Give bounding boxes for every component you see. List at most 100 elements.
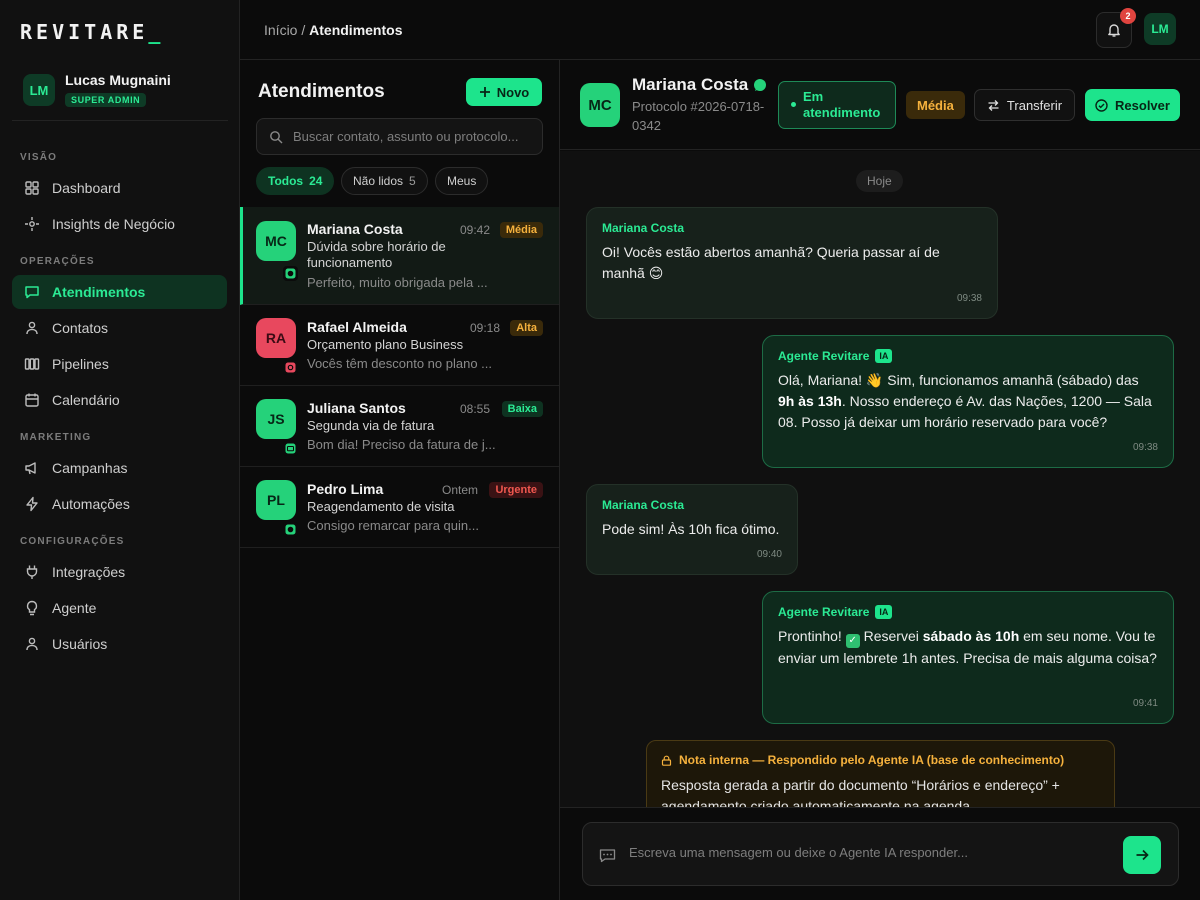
- resolve-label: Resolver: [1115, 97, 1170, 113]
- send-button[interactable]: [1123, 836, 1161, 874]
- message-outgoing: Agente Revitare IA Prontinho! ✓ Reservei …: [762, 591, 1174, 724]
- avatar: MC: [256, 221, 296, 261]
- message-text-part: Prontinho!: [778, 628, 846, 644]
- instagram-icon: [285, 362, 296, 373]
- priority-badge: Média: [499, 222, 543, 238]
- message-text-part: Reservei: [859, 628, 923, 644]
- target-icon: [25, 217, 39, 231]
- conversation-preview: Bom dia! Preciso da fatura de j...: [307, 437, 496, 452]
- message-author: Agente Revitare IA: [778, 349, 1158, 363]
- arrow-right-icon: [1136, 849, 1149, 861]
- conversation-time: 09:42: [460, 223, 491, 237]
- logo-text: REVITARE: [20, 20, 149, 44]
- whatsapp-icon: [285, 268, 296, 279]
- priority-badge[interactable]: Média: [906, 91, 965, 119]
- breadcrumb-separator: /: [297, 22, 310, 38]
- sidebar-item-label: Contatos: [52, 320, 109, 336]
- lock-icon: [661, 755, 672, 766]
- day-divider: Hoje: [856, 170, 903, 192]
- message-thread[interactable]: Hoje Mariana Costa Oi! Vocês estão abert…: [560, 151, 1200, 807]
- breadcrumb-root[interactable]: Início: [264, 22, 297, 38]
- contact-name: Mariana Costa: [307, 221, 403, 237]
- sidebar-item-label: Insights de Negócio: [52, 216, 175, 232]
- message-author: Mariana Costa: [602, 221, 982, 235]
- user-role-badge: SUPER ADMIN: [65, 93, 147, 107]
- sidebar-item-dashboard[interactable]: Dashboard: [12, 171, 227, 205]
- conversation-preview: Consigo remarcar para quin...: [307, 518, 479, 533]
- channel-badge: [283, 360, 298, 375]
- sidebar-item-label: Integrações: [52, 564, 126, 580]
- search-icon: [270, 130, 283, 143]
- user-icon: [26, 321, 38, 335]
- status-badge[interactable]: Em atendimento: [778, 81, 896, 129]
- sidebar-item-campanhas[interactable]: Campanhas: [12, 451, 227, 485]
- user-name: Lucas Mugnaini: [65, 72, 171, 88]
- conversation-preview: Perfeito, muito obrigada pela ...: [307, 275, 488, 290]
- swap-icon: [988, 99, 999, 111]
- whatsapp-icon: [285, 524, 296, 535]
- message-incoming: Mariana Costa Oi! Vocês estão abertos am…: [586, 207, 998, 319]
- list-title: Atendimentos: [258, 81, 385, 102]
- sidebar-item-usuarios[interactable]: Usuários: [12, 627, 227, 661]
- nav-section-configuracoes: CONFIGURAÇÕES: [20, 536, 125, 547]
- contact-name: Mariana Costa: [632, 75, 749, 94]
- search-input[interactable]: [293, 129, 538, 144]
- plug-icon: [26, 565, 38, 579]
- filter-todos[interactable]: Todos 24: [256, 167, 335, 195]
- breadcrumb-current: Atendimentos: [309, 22, 403, 38]
- sidebar-item-label: Usuários: [52, 636, 108, 652]
- sidebar-item-atendimentos[interactable]: Atendimentos: [12, 275, 227, 309]
- message-incoming: Mariana Costa Pode sim! Às 10h fica ótim…: [586, 484, 798, 575]
- check-emoji-icon: ✓: [845, 634, 860, 648]
- app-logo[interactable]: REVITARE_: [20, 20, 164, 44]
- avatar: PL: [256, 480, 296, 520]
- sidebar-item-integracoes[interactable]: Integrações: [12, 555, 227, 589]
- channel-badge: [283, 441, 298, 456]
- list-item[interactable]: MC Mariana Costa 09:42 Média Dúvida sobr…: [240, 207, 559, 305]
- note-title: Nota interna — Respondido pelo Agente IA…: [661, 753, 1100, 767]
- sidebar-item-label: Calendário: [52, 392, 120, 408]
- plus-icon: [479, 87, 490, 97]
- priority-badge: Baixa: [501, 401, 543, 417]
- chat-header: MC Mariana Costa Protocolo #2026-0718-03…: [560, 60, 1200, 150]
- sidebar-item-insights[interactable]: Insights de Negócio: [12, 207, 227, 241]
- grid-icon: [25, 181, 39, 195]
- sidebar-item-automacoes[interactable]: Automações: [12, 487, 227, 521]
- sidebar-item-agente[interactable]: Agente: [12, 591, 227, 625]
- list-item[interactable]: RA Rafael Almeida 09:18 Alta Orçamento p…: [240, 305, 559, 386]
- filter-label: Meus: [447, 174, 477, 188]
- filter-count: 5: [409, 174, 416, 188]
- email-icon: [285, 443, 296, 454]
- message-author: Agente Revitare IA: [778, 605, 1158, 619]
- search-box: [256, 118, 543, 155]
- sidebar-item-calendario[interactable]: Calendário: [12, 383, 227, 417]
- list-item[interactable]: JS Juliana Santos 08:55 Baixa Segunda vi…: [240, 386, 559, 467]
- filter-nao-lidos[interactable]: Não lidos 5: [341, 167, 428, 195]
- nav-section-visao: VISÃO: [20, 152, 58, 163]
- conversation-preview: Vocês têm desconto no plano ...: [307, 356, 493, 371]
- status-dot: [791, 102, 796, 107]
- message-icon: [599, 849, 616, 863]
- author-name: Agente Revitare: [778, 605, 870, 619]
- user-profile[interactable]: LM Lucas Mugnaini SUPER ADMIN: [12, 62, 228, 121]
- transfer-button[interactable]: Transferir: [974, 89, 1075, 121]
- avatar: RA: [256, 318, 296, 358]
- message-bold-part: sábado às 10h: [922, 628, 1020, 644]
- list-item[interactable]: PL Pedro Lima Ontem Urgente Reagendament…: [240, 467, 559, 548]
- notifications-button[interactable]: 2: [1096, 8, 1136, 48]
- message-input[interactable]: [629, 845, 1109, 860]
- sidebar-item-label: Agente: [52, 600, 97, 616]
- message-text: Olá, Mariana! 👋 Sim, funcionamos amanhã …: [778, 370, 1158, 433]
- sidebar-item-contatos[interactable]: Contatos: [12, 311, 227, 345]
- sidebar-item-pipelines[interactable]: Pipelines: [12, 347, 227, 381]
- chat-pane: MC Mariana Costa Protocolo #2026-0718-03…: [560, 60, 1200, 900]
- calendar-icon: [25, 393, 39, 407]
- chat-icon: [25, 286, 39, 299]
- filter-meus[interactable]: Meus: [435, 167, 489, 195]
- breadcrumb: Início / Atendimentos: [264, 22, 402, 38]
- whatsapp-icon: [754, 79, 766, 91]
- resolve-button[interactable]: Resolver: [1085, 89, 1180, 121]
- new-conversation-button[interactable]: Novo: [466, 78, 542, 106]
- sidebar-item-label: Atendimentos: [52, 284, 146, 300]
- avatar[interactable]: LM: [1144, 13, 1176, 45]
